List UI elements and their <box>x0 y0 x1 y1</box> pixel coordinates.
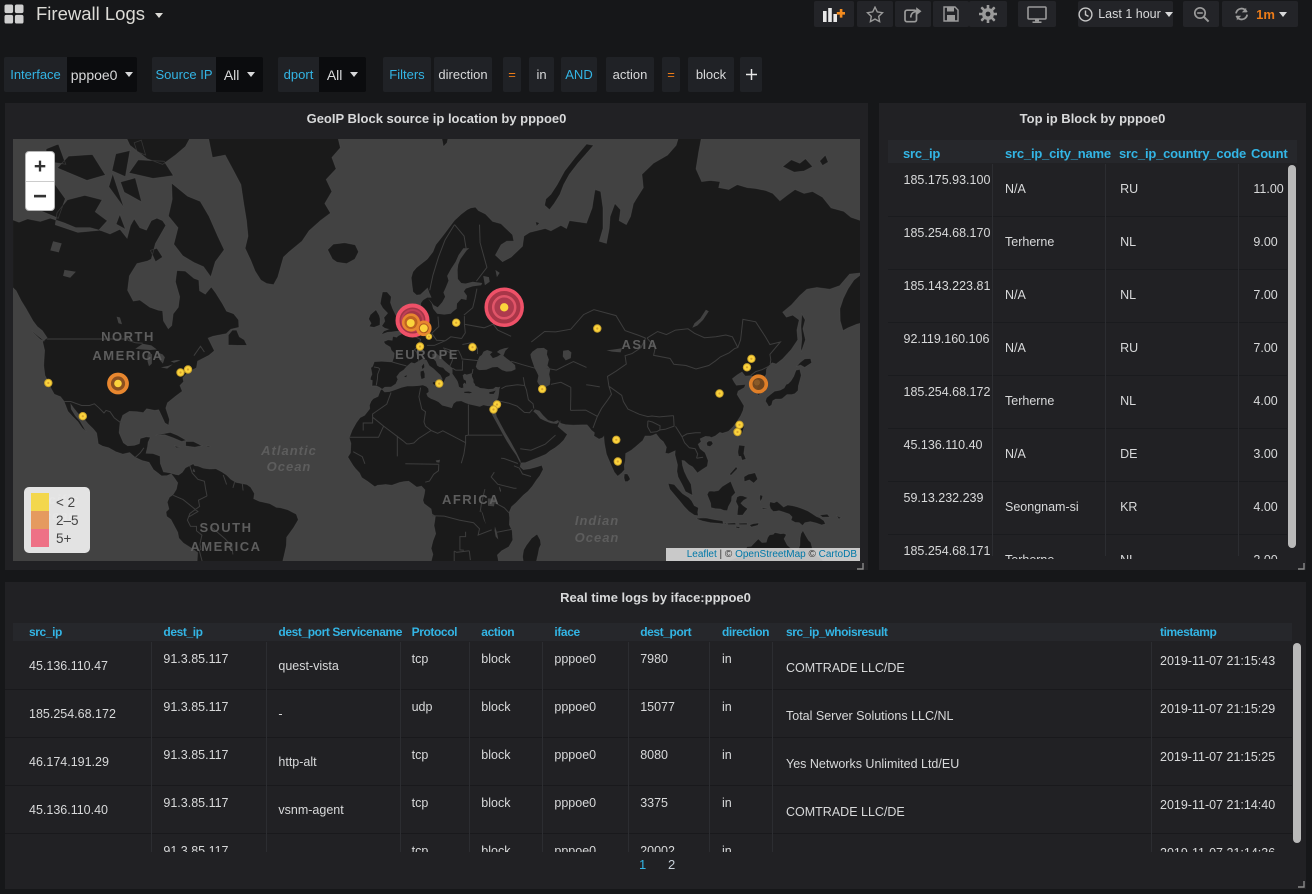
svg-text:AFRICA: AFRICA <box>442 492 500 507</box>
svg-text:ASIA: ASIA <box>621 337 658 352</box>
svg-text:Ocean: Ocean <box>575 530 620 545</box>
svg-text:NORTH: NORTH <box>101 329 155 344</box>
svg-text:AMERICA: AMERICA <box>190 539 261 554</box>
svg-text:Ocean: Ocean <box>267 459 312 474</box>
svg-text:SOUTH: SOUTH <box>200 520 253 535</box>
svg-text:AMERICA: AMERICA <box>92 348 163 363</box>
svg-text:EUROPE: EUROPE <box>395 347 459 362</box>
svg-text:Indian: Indian <box>575 513 619 528</box>
svg-text:Atlantic: Atlantic <box>260 443 317 458</box>
